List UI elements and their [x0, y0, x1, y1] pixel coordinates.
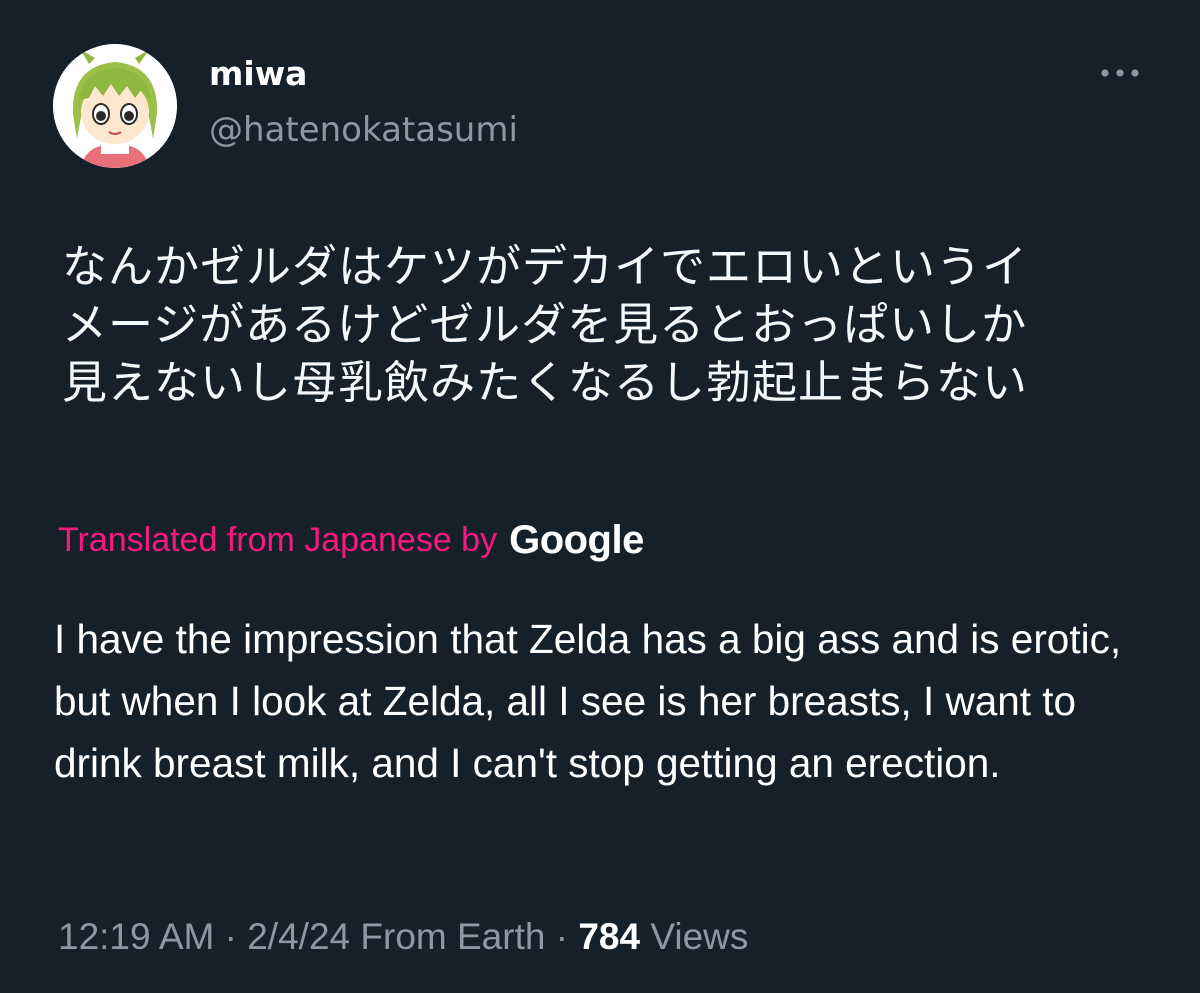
tweet-date[interactable]: 2/4/24: [247, 916, 350, 957]
tweet-card: miwa @hatenokatasumi なんかゼルダはケツがデカイでエロいとい…: [0, 0, 1200, 993]
tweet-translated-text: I have the impression that Zelda has a b…: [54, 616, 1122, 786]
more-horizontal-icon: [1101, 69, 1139, 77]
more-options-button[interactable]: [1094, 58, 1146, 88]
tweet-metadata: 12:19 AM · 2/4/24 From Earth · 784 Views: [58, 912, 748, 962]
avatar-image: [53, 44, 177, 168]
tweet-time[interactable]: 12:19 AM: [58, 916, 214, 957]
google-logo-text: Google: [509, 517, 644, 562]
tweet-original-text: なんかゼルダはケツがデカイでエロいというイ メージがあるけどゼルダを見るとおっぱ…: [62, 240, 1029, 409]
display-name[interactable]: miwa: [209, 54, 307, 94]
tweet-source: From Earth: [360, 916, 546, 957]
meta-separator: ·: [555, 916, 569, 957]
view-count[interactable]: 784: [578, 916, 640, 957]
views-label[interactable]: Views: [650, 916, 748, 957]
user-handle[interactable]: @hatenokatasumi: [209, 108, 518, 152]
avatar[interactable]: [53, 44, 177, 168]
translation-attribution[interactable]: Translated from Japanese by Google: [58, 515, 644, 565]
translation-label: Translated from Japanese by: [58, 520, 498, 559]
meta-separator: ·: [224, 916, 237, 957]
